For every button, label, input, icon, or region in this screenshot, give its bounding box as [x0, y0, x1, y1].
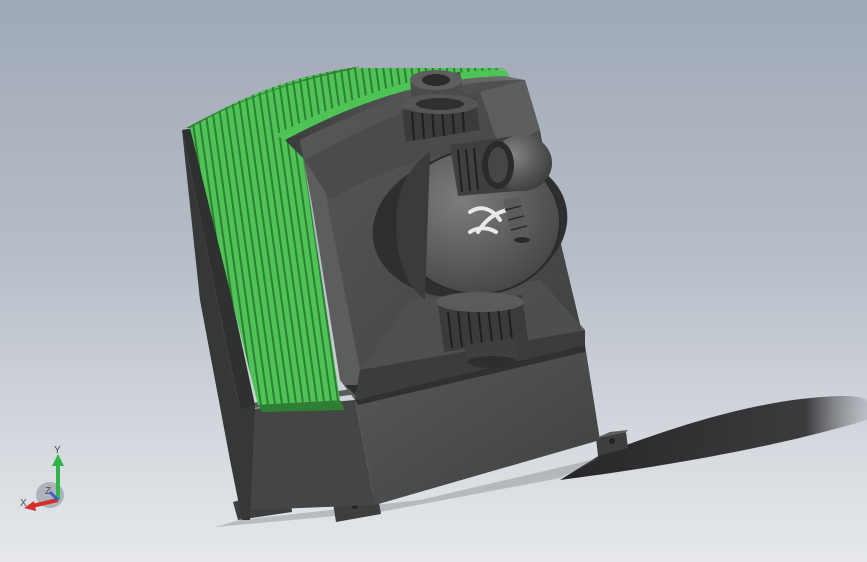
adjuster-knob	[450, 135, 552, 196]
graphics-viewport[interactable]: Y Z X	[0, 0, 867, 562]
pump-model-3d[interactable]	[0, 0, 867, 562]
y-axis-label: Y	[54, 445, 61, 456]
x-axis-label: X	[20, 498, 27, 509]
z-axis-label: Z	[45, 486, 51, 497]
coordinate-triad[interactable]: Y Z X	[14, 440, 74, 515]
